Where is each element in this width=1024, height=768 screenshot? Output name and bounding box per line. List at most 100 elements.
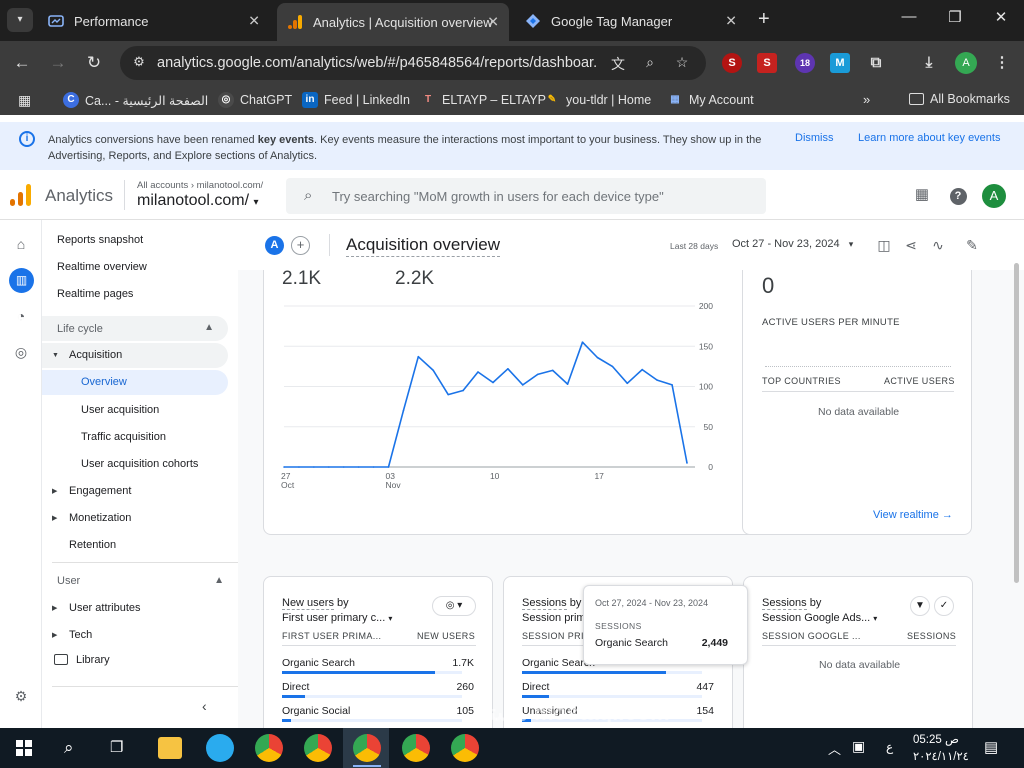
filter-icon[interactable]: ▼ — [910, 596, 930, 616]
close-tab-icon[interactable]: ✕ — [487, 14, 499, 31]
nav-library[interactable]: Library — [76, 654, 110, 666]
search-box[interactable]: ⌕ — [286, 178, 766, 214]
download-icon[interactable]: ⤓ — [919, 53, 939, 73]
browser-menu-icon[interactable]: ⋮ — [992, 53, 1012, 73]
chrome-profile-icon[interactable] — [304, 734, 332, 762]
chevron-up-icon[interactable]: ▲ — [214, 575, 224, 586]
nav-monetization[interactable]: Monetization — [69, 512, 131, 524]
dimension-selector[interactable]: Session Google Ads... ▾ — [762, 612, 877, 624]
nav-overview[interactable]: Overview — [42, 370, 228, 395]
url-text[interactable]: analytics.google.com/analytics/web/#/p46… — [157, 55, 597, 71]
help-icon[interactable]: ? — [948, 185, 968, 205]
zoom-icon[interactable]: ⌕ — [640, 54, 660, 72]
extensions-puzzle-icon[interactable]: ⧉ — [866, 53, 886, 73]
add-comparison-icon[interactable]: + — [291, 236, 310, 255]
restore-icon[interactable]: ❐ — [941, 8, 969, 26]
minimize-icon[interactable]: — — [895, 8, 923, 25]
clock-time[interactable]: 05:25 ص — [913, 732, 959, 746]
taskbar-search-icon[interactable]: ⌕ — [64, 738, 74, 758]
nav-retention[interactable]: Retention — [69, 539, 116, 551]
extension-s-icon[interactable]: S — [757, 53, 777, 73]
bookmark-item[interactable]: ◎ ChatGPT — [218, 92, 292, 108]
extension-m-icon[interactable]: M — [830, 53, 850, 73]
tab-google-tag-manager[interactable]: Google Tag Manager ✕ — [515, 5, 747, 37]
file-explorer-icon[interactable] — [158, 737, 182, 759]
more-bookmarks-icon[interactable]: » — [863, 92, 870, 107]
compare-check-icon[interactable]: ✓ — [934, 596, 954, 616]
nav-realtime-overview[interactable]: Realtime overview — [57, 261, 147, 273]
chrome-profile-icon[interactable] — [402, 734, 430, 762]
browser-profile-avatar[interactable]: A — [955, 52, 977, 74]
new-tab-icon[interactable]: + — [758, 8, 770, 31]
home-icon[interactable]: ⌂ — [11, 234, 31, 254]
acquisition-line-chart: 05010015020027Oct03Nov10 17 — [281, 301, 713, 490]
customize-report-icon[interactable]: ◫ — [874, 235, 894, 255]
bookmark-item[interactable]: ✎ you-tldr | Home — [544, 92, 651, 108]
nav-acquisition[interactable]: ▼ Acquisition — [42, 343, 228, 368]
admin-gear-icon[interactable]: ⚙ — [11, 686, 31, 706]
account-breadcrumb[interactable]: All accounts › milanotool.com/ — [137, 180, 263, 191]
explore-icon[interactable]: ◔ — [11, 306, 31, 326]
task-view-icon[interactable]: ❐ — [110, 738, 123, 756]
nav-traffic-acquisition[interactable]: Traffic acquisition — [81, 431, 166, 443]
tab-search-button[interactable]: ▾ — [7, 8, 33, 32]
nav-tech[interactable]: Tech — [69, 629, 92, 641]
apps-grid-icon[interactable]: ▦ — [18, 92, 31, 109]
edit-pencil-icon[interactable]: ✎ — [962, 235, 982, 255]
view-realtime-link[interactable]: View realtime → — [873, 509, 953, 521]
comparison-chip[interactable]: A — [265, 236, 284, 255]
main-scrollbar[interactable] — [1014, 263, 1019, 583]
site-settings-icon[interactable]: ⚙ — [130, 54, 148, 72]
collapse-sidebar-icon[interactable]: ‹ — [202, 698, 207, 714]
close-window-icon[interactable]: ✕ — [987, 8, 1015, 26]
nav-realtime-pages[interactable]: Realtime pages — [57, 288, 133, 300]
reports-icon[interactable]: ▥ — [9, 268, 34, 293]
nav-user-attributes[interactable]: User attributes — [69, 602, 141, 614]
compare-check-button[interactable]: ◎ ▾ — [432, 596, 476, 616]
address-bar[interactable]: ⚙ analytics.google.com/analytics/web/#/p… — [120, 46, 706, 80]
windows-start-icon[interactable] — [16, 740, 32, 756]
chrome-profile-icon[interactable] — [353, 734, 381, 762]
bookmark-item[interactable]: ▦ My Account — [667, 92, 753, 108]
user-avatar[interactable]: A — [982, 184, 1006, 208]
nav-user-acquisition-cohorts[interactable]: User acquisition cohorts — [81, 458, 198, 470]
extension-badge-icon[interactable]: 18 — [795, 53, 815, 73]
date-range-picker[interactable]: Oct 27 - Nov 23, 2024 ▾ — [732, 238, 853, 250]
telegram-icon[interactable] — [206, 734, 234, 762]
extension-seo-icon[interactable]: S — [722, 53, 742, 73]
translate-icon[interactable]: 文 — [608, 54, 628, 72]
chrome-icon[interactable] — [255, 734, 283, 762]
share-icon[interactable]: ⋖ — [901, 235, 921, 255]
bookmark-item[interactable]: in Feed | LinkedIn — [302, 92, 410, 108]
advertising-icon[interactable]: ◎ — [11, 342, 31, 362]
user-section[interactable]: User — [57, 575, 80, 587]
account-selector[interactable]: milanotool.com/ ▾ — [137, 192, 259, 210]
dimension-selector[interactable]: First user primary c... ▾ — [282, 612, 392, 624]
tab-analytics[interactable]: Analytics | Acquisition overview ✕ — [277, 3, 509, 41]
bookmark-star-icon[interactable]: ☆ — [672, 54, 692, 72]
clock-date[interactable]: ٢٠٢٤/١١/٢٤ — [913, 749, 969, 763]
apps-icon[interactable]: ▦ — [912, 185, 932, 205]
learn-more-link[interactable]: Learn more about key events — [858, 132, 1000, 144]
tab-performance[interactable]: Performance ✕ — [38, 5, 270, 37]
notifications-icon[interactable]: ▤ — [984, 738, 998, 756]
close-tab-icon[interactable]: ✕ — [725, 13, 737, 30]
show-hidden-icons-icon[interactable]: ︿ — [828, 739, 841, 758]
bookmark-item[interactable]: T ELTAYP – ELTAYP — [420, 92, 546, 108]
back-icon[interactable]: ← — [10, 51, 34, 75]
lifecycle-section[interactable]: Life cycle ▲ — [42, 316, 228, 341]
insights-icon[interactable]: ∿ — [928, 235, 948, 255]
nav-user-acquisition[interactable]: User acquisition — [81, 404, 159, 416]
search-input[interactable] — [332, 185, 752, 207]
reload-icon[interactable]: ↻ — [82, 51, 106, 75]
network-icon[interactable]: ▣ — [852, 738, 865, 755]
nav-reports-snapshot[interactable]: Reports snapshot — [57, 234, 143, 246]
dismiss-button[interactable]: Dismiss — [795, 132, 834, 144]
bookmark-item[interactable]: C Ca... - الصفحة الرئيسية — [63, 92, 208, 108]
input-language[interactable]: ع — [886, 740, 893, 754]
close-tab-icon[interactable]: ✕ — [248, 13, 260, 30]
nav-engagement[interactable]: Engagement — [69, 485, 131, 497]
forward-icon[interactable]: → — [46, 51, 70, 75]
chrome-profile-icon[interactable] — [451, 734, 479, 762]
all-bookmarks[interactable]: All Bookmarks — [909, 92, 1010, 106]
